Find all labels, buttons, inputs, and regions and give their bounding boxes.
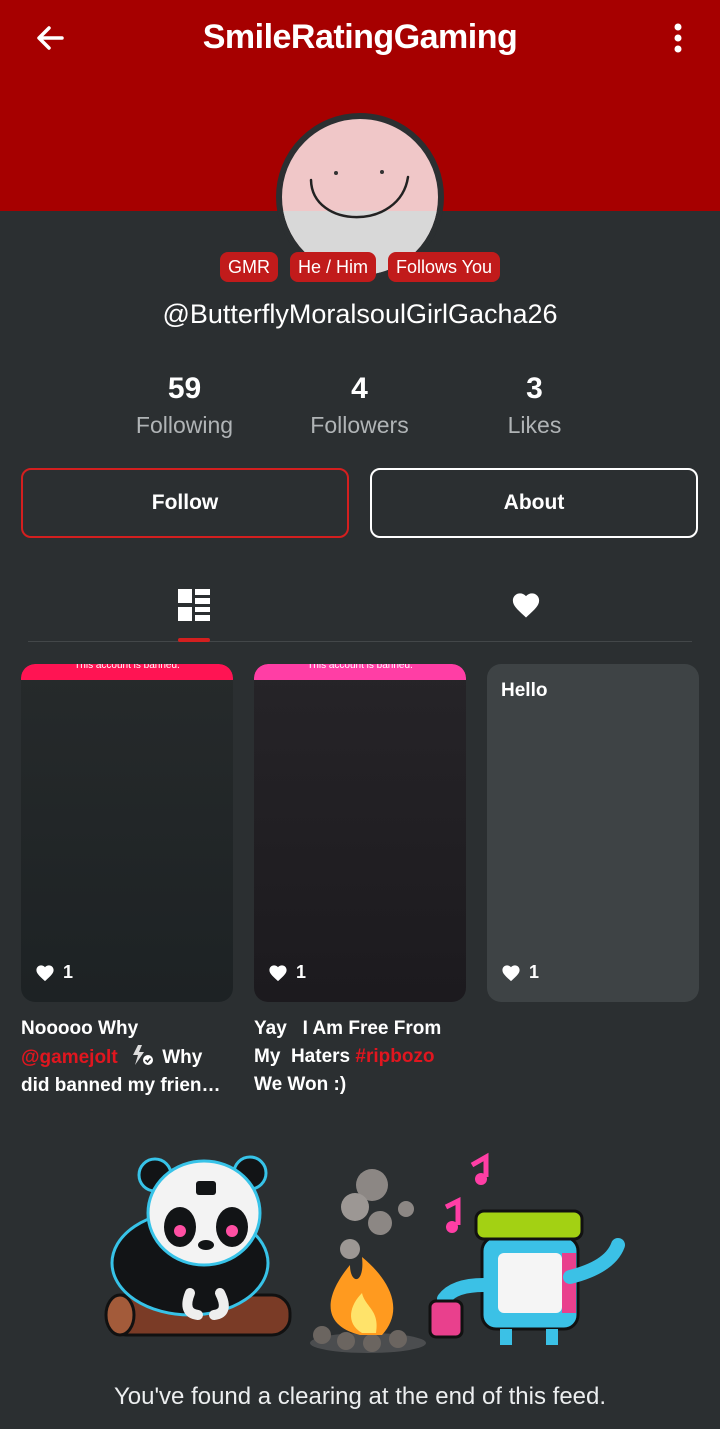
tab-posts[interactable] bbox=[166, 568, 222, 642]
stat-label: Followers bbox=[310, 412, 409, 438]
banned-banner: This account is banned. bbox=[21, 664, 233, 680]
content-tabs bbox=[28, 568, 692, 642]
heart-icon bbox=[502, 964, 520, 981]
caption-line: Nooooo Why bbox=[21, 1018, 139, 1039]
like-count-value: 1 bbox=[63, 962, 74, 982]
like-count-value: 1 bbox=[529, 962, 540, 982]
grid-layout-icon bbox=[178, 589, 210, 621]
profile-badges: GMR He / Him Follows You bbox=[0, 252, 720, 282]
badge-follows-you: Follows You bbox=[387, 252, 501, 282]
stat-value: 3 bbox=[526, 372, 543, 405]
post-caption[interactable]: Nooooo Why @gamejolt Why did banned my f… bbox=[21, 1015, 233, 1100]
profile-stats: 59 Following 4 Followers 3 Likes bbox=[97, 370, 622, 439]
stat-value: 59 bbox=[167, 372, 202, 405]
hashtag-link[interactable]: #ripbozo bbox=[355, 1046, 434, 1067]
stat-followers[interactable]: 4 Followers bbox=[272, 370, 447, 439]
stat-label: Likes bbox=[507, 412, 562, 438]
username: @ButterflyMoralsoulGirlGacha26 bbox=[162, 299, 558, 329]
campfire-illustration bbox=[104, 1152, 625, 1353]
stat-value: 4 bbox=[351, 372, 368, 405]
like-count: 1 bbox=[501, 962, 539, 983]
stat-label: Following bbox=[135, 412, 234, 438]
caption-text: Why bbox=[162, 1047, 203, 1068]
badge-pronouns: He / Him bbox=[289, 252, 376, 282]
caption-line: @gamejolt Why bbox=[21, 1043, 233, 1072]
feed-end-message: You've found a clearing at the end of th… bbox=[113, 1383, 607, 1410]
tab-likes[interactable] bbox=[498, 568, 554, 642]
caption-line: My Haters #ripbozo bbox=[254, 1043, 466, 1071]
caption-line: did banned my frien… bbox=[21, 1075, 221, 1096]
post-caption[interactable]: Yay I Am Free From My Haters #ripbozo We… bbox=[254, 1015, 466, 1099]
about-button[interactable]: About bbox=[370, 468, 698, 538]
follow-button[interactable]: Follow bbox=[21, 468, 349, 538]
page-title: SmileRatingGaming bbox=[202, 18, 518, 56]
verified-bolt-icon bbox=[132, 1045, 153, 1065]
post-text: Hello bbox=[501, 680, 548, 701]
active-tab-indicator bbox=[178, 638, 210, 642]
heart-icon bbox=[512, 593, 540, 618]
post-card[interactable]: This account is banned. 1 bbox=[21, 664, 233, 1002]
post-card[interactable]: Hello 1 bbox=[487, 664, 699, 1002]
more-options-button[interactable] bbox=[662, 20, 694, 56]
caption-line: Yay I Am Free From bbox=[254, 1018, 442, 1039]
banned-banner: This account is banned. bbox=[254, 664, 466, 680]
post-card[interactable]: This account is banned. 1 bbox=[254, 664, 466, 1002]
badge-role: GMR bbox=[219, 252, 278, 282]
like-count: 1 bbox=[268, 962, 306, 983]
caption-text: My Haters bbox=[254, 1046, 356, 1067]
caption-line: We Won :) bbox=[254, 1074, 347, 1095]
heart-icon bbox=[36, 964, 54, 981]
like-count: 1 bbox=[35, 962, 73, 983]
more-vertical-icon bbox=[674, 23, 682, 53]
like-count-value: 1 bbox=[296, 962, 307, 982]
stat-likes[interactable]: 3 Likes bbox=[447, 370, 622, 439]
mention-link[interactable]: @gamejolt bbox=[21, 1047, 118, 1068]
stat-following[interactable]: 59 Following bbox=[97, 370, 272, 439]
heart-icon bbox=[269, 964, 287, 981]
